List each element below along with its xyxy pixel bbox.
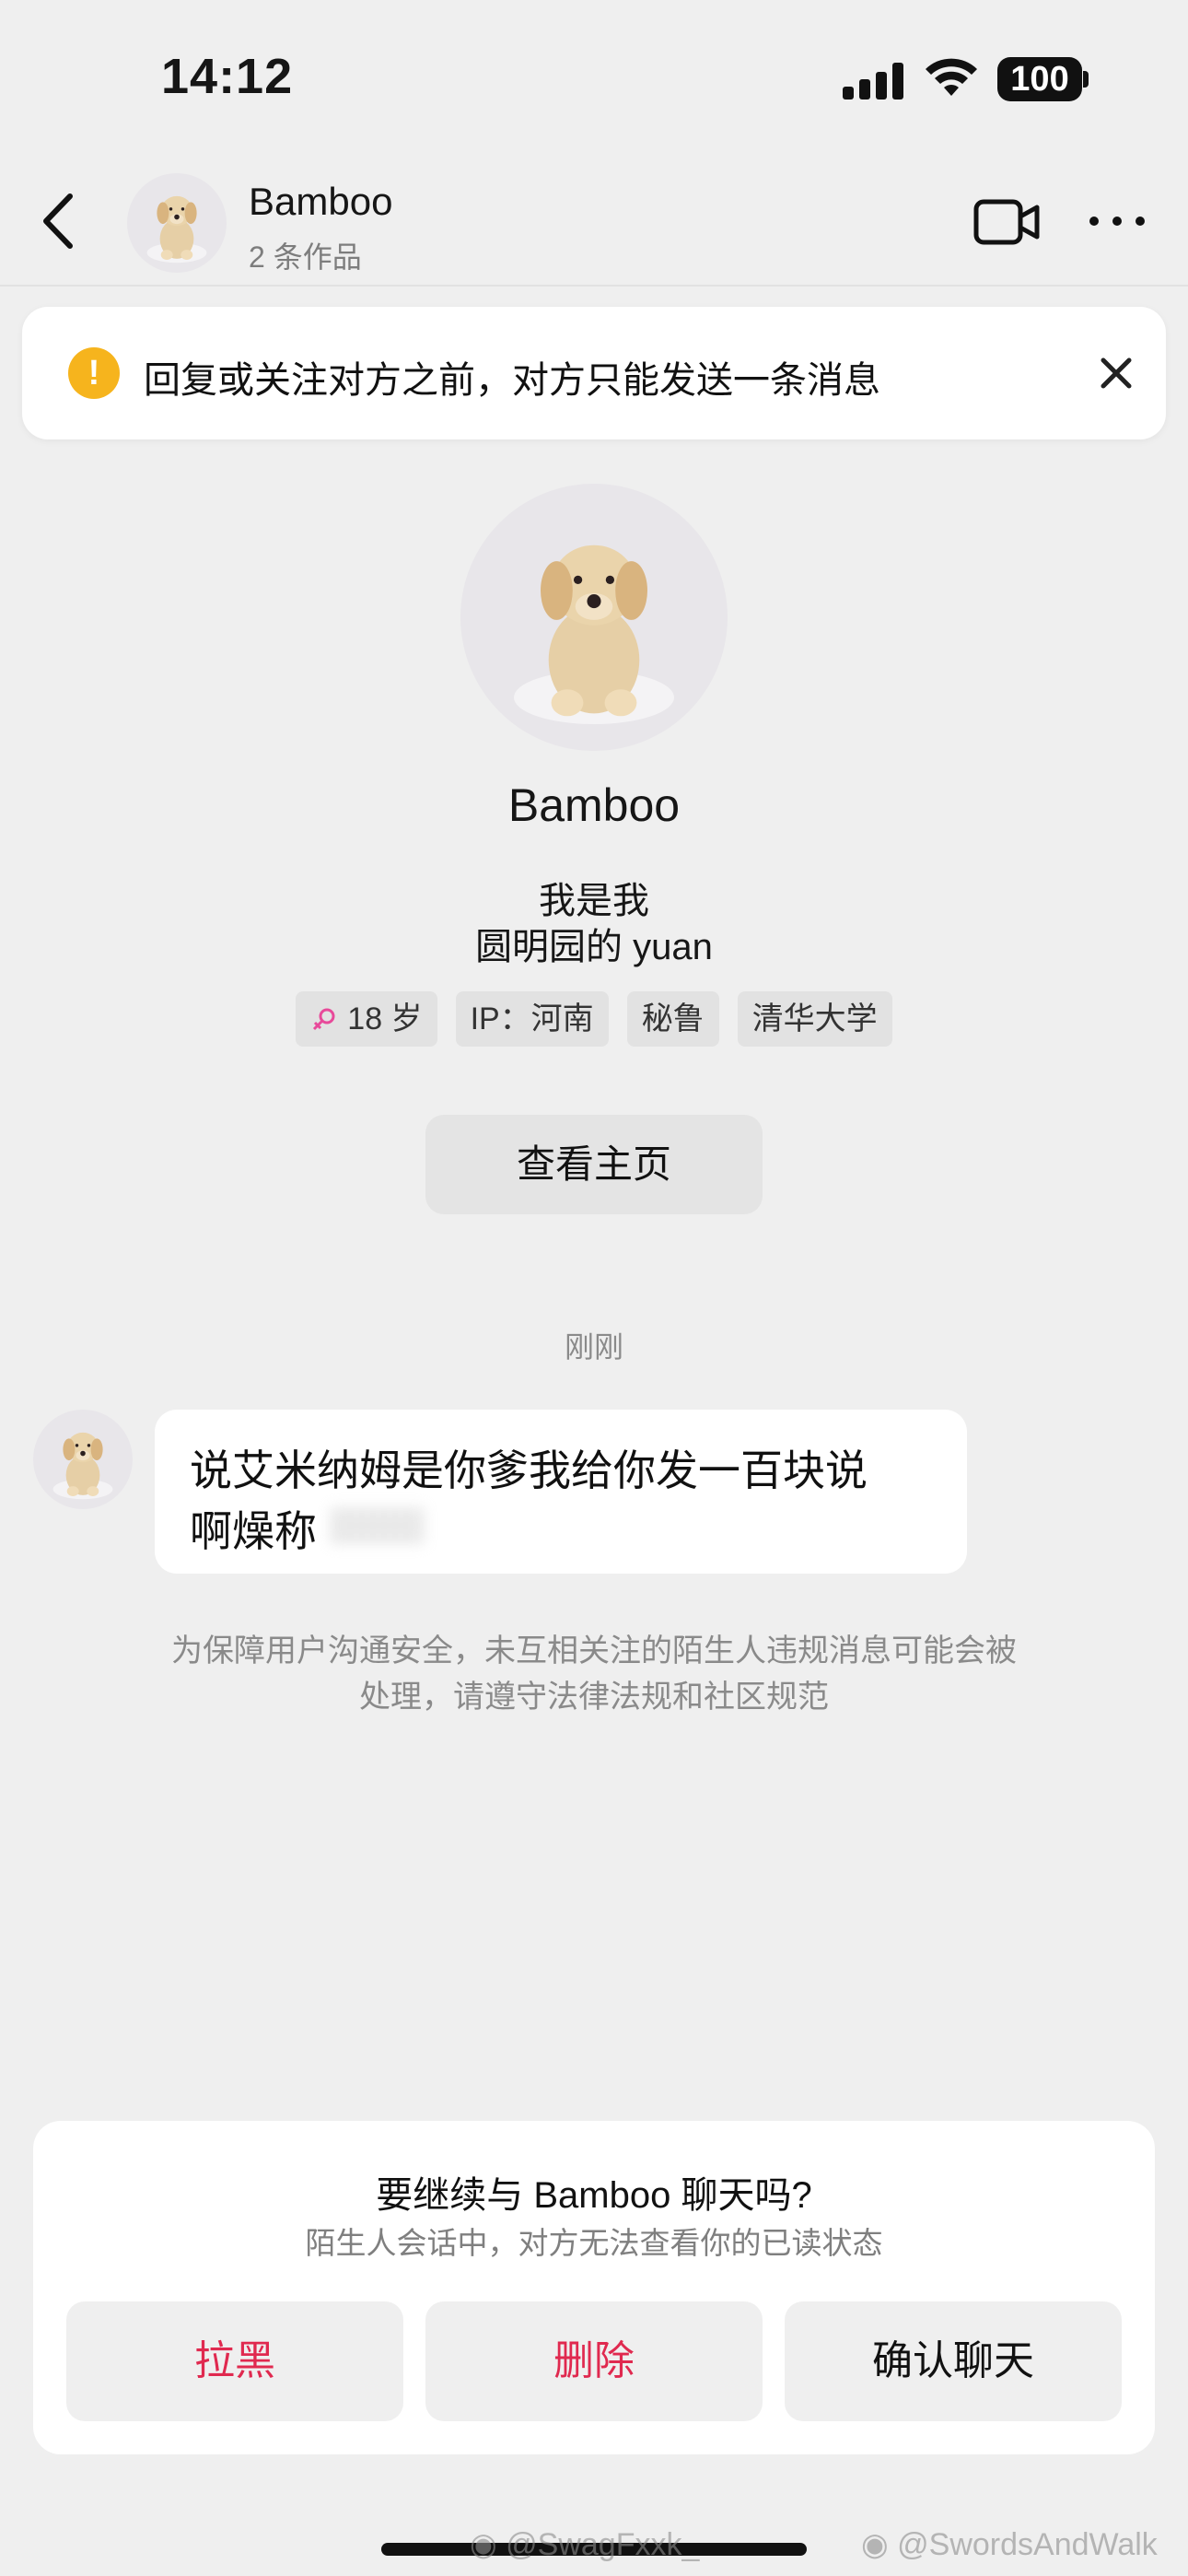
weibo-icon: ◉: [861, 2527, 889, 2562]
tag-age-label: 18 岁: [347, 1001, 423, 1036]
tag-location: 秘鲁: [626, 991, 719, 1047]
tag-age: 18 岁: [296, 991, 437, 1047]
sender-avatar[interactable]: [33, 1410, 133, 1509]
close-icon[interactable]: [1098, 355, 1135, 392]
notice-text: 回复或关注对方之前，对方只能发送一条消息: [144, 360, 880, 401]
wifi-icon: [926, 58, 977, 96]
tag-ip: IP：河南: [455, 991, 609, 1047]
message-text-line1: 说艾米纳姆是你爹我给你发一百块说: [190, 1446, 868, 1494]
sheet-title: 要继续与 Bamboo 聊天吗?: [376, 2175, 812, 2216]
profile-avatar[interactable]: [460, 484, 728, 751]
cellular-signal-icon: [843, 61, 905, 100]
message-timestamp: 刚刚: [564, 1330, 623, 1364]
warning-icon: !: [68, 347, 120, 399]
status-time: 14:12: [161, 49, 294, 104]
block-button[interactable]: 拉黑: [66, 2301, 403, 2421]
profile-bio-line2: 圆明园的 yuan: [475, 927, 713, 967]
back-arrow-icon[interactable]: [33, 189, 88, 253]
safety-notice-line2: 处理，请遵守法律法规和社区规范: [359, 1680, 829, 1715]
header-divider: [0, 285, 1188, 287]
tag-school: 清华大学: [737, 991, 892, 1047]
watermark-1: ◉ @SwagFxxk_: [470, 2526, 699, 2563]
battery-nub: [1083, 71, 1089, 88]
mosaic-blur: [332, 1507, 424, 1544]
safety-notice-line1: 为保障用户沟通安全，未互相关注的陌生人违规消息可能会被: [171, 1633, 1017, 1669]
sheet-subtitle: 陌生人会话中，对方无法查看你的已读状态: [305, 2226, 883, 2260]
header-works-count: 2 条作品: [249, 240, 362, 274]
more-icon[interactable]: [1087, 207, 1147, 235]
header-avatar[interactable]: [127, 173, 227, 273]
weibo-icon: ◉: [470, 2527, 497, 2562]
video-call-icon[interactable]: [973, 196, 1042, 248]
watermark-1-text: @SwagFxxk_: [506, 2527, 700, 2562]
message-text-line2: 啊燥称: [190, 1507, 317, 1555]
watermark-2: ◉ @SwordsAndWalk: [861, 2526, 1158, 2563]
view-homepage-button[interactable]: 查看主页: [425, 1115, 763, 1214]
profile-name: Bamboo: [507, 779, 681, 831]
confirm-chat-button[interactable]: 确认聊天: [785, 2301, 1122, 2421]
female-icon: [313, 1008, 335, 1031]
battery-indicator: 100: [997, 57, 1082, 101]
delete-button[interactable]: 删除: [425, 2301, 763, 2421]
watermark-2-text: @SwordsAndWalk: [897, 2527, 1158, 2562]
header-username[interactable]: Bamboo: [249, 180, 392, 224]
profile-tags: 18 岁 IP：河南 秘鲁 清华大学: [0, 991, 1188, 1047]
